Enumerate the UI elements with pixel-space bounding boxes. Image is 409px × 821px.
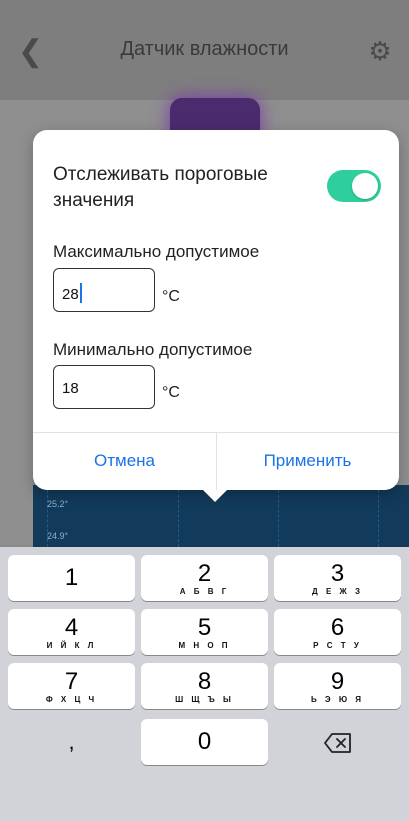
track-thresholds-label: Отслеживать пороговые значения: [53, 164, 268, 211]
max-value-label: Максимально допустимое: [53, 242, 260, 261]
key-letters: М Н О П: [178, 641, 231, 650]
key-5[interactable]: 5М Н О П: [141, 609, 268, 655]
key-letters: И Й К Л: [46, 641, 97, 650]
min-value-input[interactable]: 18: [53, 365, 155, 409]
key-letters: Ш Щ Ъ Ы: [175, 695, 234, 704]
key-9[interactable]: 9Ь Э Ю Я: [274, 663, 401, 709]
gear-icon[interactable]: ⚙: [365, 36, 395, 66]
key-digit: 0: [197, 728, 212, 755]
chart-grid-line: [178, 485, 179, 547]
key-letters: Д Е Ж З: [312, 587, 363, 596]
app-header: ❮ Датчик влажности ⚙: [0, 0, 409, 100]
key-digit: 7: [64, 668, 79, 695]
chart-grid-line: [278, 485, 279, 547]
key-2[interactable]: 2А Б В Г: [141, 555, 268, 601]
key-letters: Ф Х Ц Ч: [45, 695, 98, 704]
threshold-dialog: Отслеживать пороговые значения Максималь…: [33, 130, 399, 502]
key-7[interactable]: 7Ф Х Ц Ч: [8, 663, 135, 709]
track-thresholds-toggle[interactable]: [327, 170, 381, 202]
chart-grid-line: [378, 485, 379, 547]
key-digit: 1: [64, 564, 79, 591]
key-digit: 4: [64, 614, 79, 641]
key-3[interactable]: 3Д Е Ж З: [274, 555, 401, 601]
chart-tick-label: 24.9°: [47, 531, 69, 541]
key-8[interactable]: 8Ш Щ Ъ Ы: [141, 663, 268, 709]
key-0[interactable]: 0: [141, 719, 268, 765]
text-cursor: [79, 283, 82, 303]
key-digit: 3: [330, 560, 345, 587]
page-title: Датчик влажности: [120, 38, 289, 60]
key-6[interactable]: 6Р С Т У: [274, 609, 401, 655]
min-value-label: Минимально допустимое: [53, 340, 253, 359]
key-digit: 9: [330, 668, 345, 695]
key-digit: 6: [330, 614, 345, 641]
chart-tick-label: 25.2°: [47, 499, 69, 509]
key-digit: 8: [197, 668, 212, 695]
numeric-keyboard: 1 2А Б В Г 3Д Е Ж З 4И Й К Л 5М Н О П 6Р…: [0, 547, 409, 821]
key-letters: Ь Э Ю Я: [310, 695, 365, 704]
key-comma[interactable]: ,: [8, 719, 135, 765]
key-4[interactable]: 4И Й К Л: [8, 609, 135, 655]
max-value-text: 28: [62, 286, 79, 303]
toggle-knob: [352, 173, 378, 199]
key-letters: А Б В Г: [179, 587, 230, 596]
key-letters: Р С Т У: [313, 641, 362, 650]
key-1[interactable]: 1: [8, 555, 135, 601]
min-value-text: 18: [62, 380, 79, 397]
backspace-icon[interactable]: [274, 719, 401, 765]
max-value-input[interactable]: 28: [53, 268, 155, 312]
apply-button[interactable]: Применить: [216, 432, 399, 490]
min-unit-label: °С: [162, 384, 180, 401]
max-unit-label: °С: [162, 288, 180, 305]
key-digit: 5: [197, 614, 212, 641]
key-digit: 2: [197, 560, 212, 587]
cancel-button[interactable]: Отмена: [33, 432, 216, 490]
